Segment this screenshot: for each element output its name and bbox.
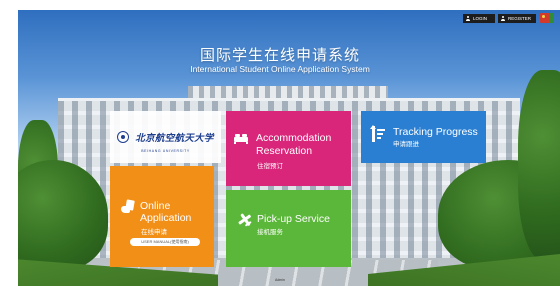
- tree: [518, 70, 560, 260]
- tile-title-line2: Application: [140, 212, 192, 224]
- tile-title-line1: Online: [140, 200, 171, 212]
- user-icon: [501, 16, 505, 21]
- user-manual-button[interactable]: USER MANUAL(使用指南): [130, 238, 200, 246]
- tile-title: Tracking Progress: [393, 126, 478, 138]
- tile-title-cn: 在线申请: [141, 229, 167, 236]
- hand-document-icon: [121, 199, 135, 214]
- tracking-progress-tile[interactable]: Tracking Progress 申请跟进: [361, 111, 486, 163]
- online-application-tile[interactable]: Online Application 在线申请 USER MANUAL(使用指南…: [110, 166, 214, 267]
- tile-title-line2: Reservation: [256, 145, 313, 157]
- tile-title-cn: 接机服务: [257, 229, 283, 236]
- register-label: REGISTER: [508, 16, 532, 21]
- pickup-service-tile[interactable]: Pick-up Service 接机服务: [226, 190, 351, 267]
- progress-arrow-icon: [370, 125, 385, 142]
- university-emblem-icon: [117, 131, 130, 143]
- page-title-cn: 国际学生在线申请系统: [199, 47, 360, 64]
- login-button[interactable]: LOGIN: [463, 14, 495, 23]
- accommodation-reservation-tile[interactable]: Accommodation Reservation 住宿预订: [226, 111, 351, 186]
- tile-title-cn: 申请跟进: [393, 141, 419, 148]
- airplane-icon: [235, 210, 254, 229]
- login-label: LOGIN: [473, 16, 488, 21]
- admin-link[interactable]: Admin: [0, 278, 560, 282]
- tile-title-line1: Accommodation: [256, 132, 332, 144]
- page-title-en: International Student Online Application…: [190, 64, 370, 74]
- register-button[interactable]: REGISTER: [498, 14, 536, 23]
- university-name-en: BEIHANG UNIVERSITY: [141, 149, 190, 153]
- user-icon: [466, 16, 470, 21]
- bed-icon: [234, 134, 248, 144]
- university-logo: 北京航空航天大学 BEIHANG UNIVERSITY: [110, 111, 221, 163]
- tile-title-cn: 住宿预订: [257, 163, 283, 170]
- chinese-flag-icon[interactable]: [540, 13, 554, 23]
- university-name: 北京航空航天大学: [135, 133, 214, 144]
- tile-title: Pick-up Service: [257, 213, 330, 225]
